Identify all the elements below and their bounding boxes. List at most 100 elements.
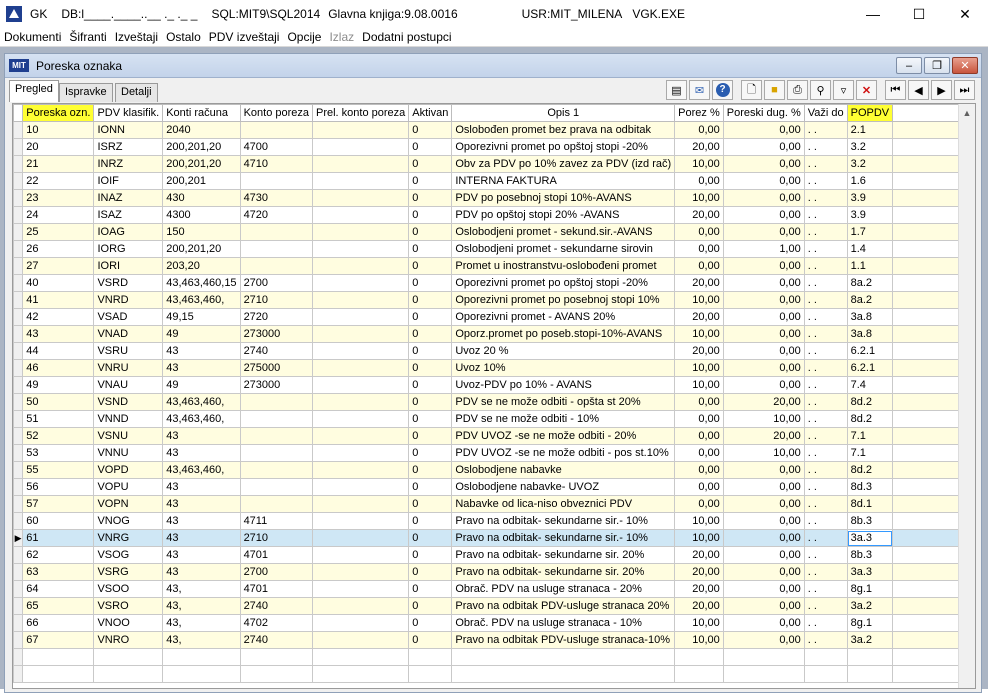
cell-pdv-klasifik[interactable]: VNRD (93, 291, 164, 309)
row-indicator[interactable] (13, 495, 24, 513)
menu-ostalo[interactable]: Ostalo (162, 30, 205, 44)
cell-konti-racuna[interactable]: 203,20 (162, 257, 241, 275)
cell-vazi-do[interactable]: . . (803, 427, 848, 445)
cell-poreska-ozn[interactable]: 41 (22, 291, 95, 309)
cell-poreski-dug-pct[interactable]: 0,00 (722, 376, 805, 394)
cell-pdv-klasifik[interactable]: VSOO (93, 580, 164, 598)
cell-vazi-do[interactable]: . . (803, 291, 848, 309)
row-indicator[interactable] (13, 580, 24, 598)
cell-vazi-do[interactable]: . . (803, 393, 848, 411)
cell-poreska-ozn[interactable]: 49 (22, 376, 95, 394)
row-indicator[interactable] (13, 461, 24, 479)
row-indicator[interactable] (13, 189, 24, 207)
cell-aktivan[interactable]: 0 (408, 359, 453, 377)
cell-konti-racuna[interactable]: 150 (162, 223, 241, 241)
close-button[interactable]: ✕ (942, 0, 988, 28)
cell-poreski-dug-pct[interactable]: 0,00 (722, 342, 805, 360)
cell-pdv-klasifik[interactable]: ISAZ (93, 206, 164, 224)
cell-opis-1[interactable]: Pravo na odbitak- sekundarne sir.- 10% (451, 529, 676, 547)
cell-prel-konto-poreza[interactable] (311, 223, 410, 241)
cell-porez-pct[interactable]: 0,00 (674, 478, 724, 496)
cell-poreska-ozn[interactable]: 25 (22, 223, 95, 241)
cell-popdv[interactable]: 8d.1 (846, 495, 894, 513)
cell-konti-racuna[interactable]: 43,463,460, (162, 393, 241, 411)
cell-konto-poreza[interactable]: 2700 (239, 563, 314, 581)
cell-konto-poreza[interactable]: 2740 (239, 631, 314, 649)
cell-pdv-klasifik[interactable]: VNOO (93, 614, 164, 632)
cell-prel-konto-poreza[interactable] (311, 444, 410, 462)
cell-pdv-klasifik[interactable]: IONN (93, 121, 164, 139)
cell-vazi-do[interactable]: . . (803, 155, 848, 173)
cell-porez-pct[interactable]: 10,00 (674, 155, 724, 173)
cell-opis-1[interactable]: Uvoz 10% (451, 359, 676, 377)
cell-opis-1[interactable]: PDV po posebnoj stopi 10%-AVANS (451, 189, 676, 207)
cell-porez-pct[interactable]: 0,00 (674, 121, 724, 139)
cell-pdv-klasifik[interactable]: VNNU (93, 444, 164, 462)
cell-vazi-do[interactable]: . . (803, 444, 848, 462)
cell-poreska-ozn[interactable]: 62 (22, 546, 95, 564)
cell-opis-1[interactable]: Oslobođen promet bez prava na odbitak (451, 121, 676, 139)
table-row[interactable]: 27 IORI 203,20 0 Promet u inostranstvu-oslob… (13, 257, 975, 275)
cell-konto-poreza[interactable]: 4711 (239, 512, 314, 530)
cell-aktivan[interactable]: 0 (408, 172, 453, 190)
cell-konti-racuna[interactable]: 200,201,20 (162, 240, 241, 258)
cell-poreska-ozn[interactable]: 60 (22, 512, 95, 530)
cell-konti-racuna[interactable]: 49,15 (162, 308, 241, 326)
cell-poreski-dug-pct[interactable]: 0,00 (722, 138, 805, 156)
cell-poreska-ozn[interactable]: 24 (22, 206, 95, 224)
table-row[interactable]: 55 VOPD 43,463,460, 0 Oslobodjene nabavke 0,0… (13, 461, 975, 479)
cell-prel-konto-poreza[interactable] (311, 138, 410, 156)
col-poreski-dug-pct[interactable]: Poreski dug. % (722, 104, 805, 122)
cell-poreska-ozn[interactable]: 61 (22, 529, 95, 547)
cell-poreski-dug-pct[interactable]: 0,00 (722, 291, 805, 309)
cell-konti-racuna[interactable]: 43 (162, 546, 241, 564)
cell-prel-konto-poreza[interactable] (311, 359, 410, 377)
cell-poreski-dug-pct[interactable]: 0,00 (722, 206, 805, 224)
cell-pdv-klasifik[interactable]: VNND (93, 410, 164, 428)
cell-popdv[interactable]: 3.9 (846, 189, 894, 207)
cell-aktivan[interactable]: 0 (408, 495, 453, 513)
cell-konto-poreza[interactable] (239, 223, 314, 241)
col-konti-racuna[interactable]: Konti računa (162, 104, 241, 122)
row-indicator[interactable] (13, 393, 24, 411)
row-indicator[interactable] (13, 631, 24, 649)
cell-poreska-ozn[interactable]: 50 (22, 393, 95, 411)
cell-prel-konto-poreza[interactable] (311, 308, 410, 326)
row-indicator[interactable] (13, 325, 24, 343)
cell-pdv-klasifik[interactable]: VSNU (93, 427, 164, 445)
cell-porez-pct[interactable]: 0,00 (674, 257, 724, 275)
cell-prel-konto-poreza[interactable] (311, 529, 410, 547)
cell-prel-konto-poreza[interactable] (311, 614, 410, 632)
cell-pdv-klasifik[interactable]: IORG (93, 240, 164, 258)
col-opis-1[interactable]: Opis 1 (451, 104, 676, 122)
cell-konto-poreza[interactable]: 273000 (239, 376, 314, 394)
cell-opis-1[interactable]: Oslobodjeni promet - sekund.sir.-AVANS (451, 223, 676, 241)
cell-konti-racuna[interactable]: 43, (162, 631, 241, 649)
cell-aktivan[interactable]: 0 (408, 189, 453, 207)
table-row[interactable]: 25 IOAG 150 0 Oslobodjeni promet - sekund.si… (13, 223, 975, 241)
cell-opis-1[interactable]: INTERNA FAKTURA (451, 172, 676, 190)
cell-vazi-do[interactable]: . . (803, 274, 848, 292)
cell-porez-pct[interactable]: 10,00 (674, 529, 724, 547)
cell-poreski-dug-pct[interactable]: 0,00 (722, 172, 805, 190)
row-indicator[interactable] (13, 512, 24, 530)
cell-poreski-dug-pct[interactable]: 0,00 (722, 308, 805, 326)
cell-konto-poreza[interactable]: 4700 (239, 138, 314, 156)
cell-konto-poreza[interactable] (239, 478, 314, 496)
row-indicator[interactable] (13, 240, 24, 258)
cell-poreski-dug-pct[interactable]: 10,00 (722, 410, 805, 428)
cell-poreska-ozn[interactable]: 55 (22, 461, 95, 479)
data-grid[interactable]: Poreska ozn. PDV klasifik. Konti računa … (12, 103, 976, 689)
table-row[interactable]: 10 IONN 2040 0 Oslobođen promet bez prava na… (13, 121, 975, 139)
cell-konti-racuna[interactable]: 43 (162, 512, 241, 530)
cell-porez-pct[interactable]: 10,00 (674, 512, 724, 530)
cell-aktivan[interactable]: 0 (408, 138, 453, 156)
cell-konti-racuna[interactable]: 200,201 (162, 172, 241, 190)
cell-popdv[interactable]: 8d.2 (846, 461, 894, 479)
cell-popdv[interactable]: 3a.8 (846, 325, 894, 343)
cell-popdv[interactable]: 3.2 (846, 155, 894, 173)
cell-popdv[interactable]: 7.1 (846, 444, 894, 462)
cell-konto-poreza[interactable]: 2700 (239, 274, 314, 292)
cell-prel-konto-poreza[interactable] (311, 291, 410, 309)
cell-popdv[interactable]: 1.4 (846, 240, 894, 258)
